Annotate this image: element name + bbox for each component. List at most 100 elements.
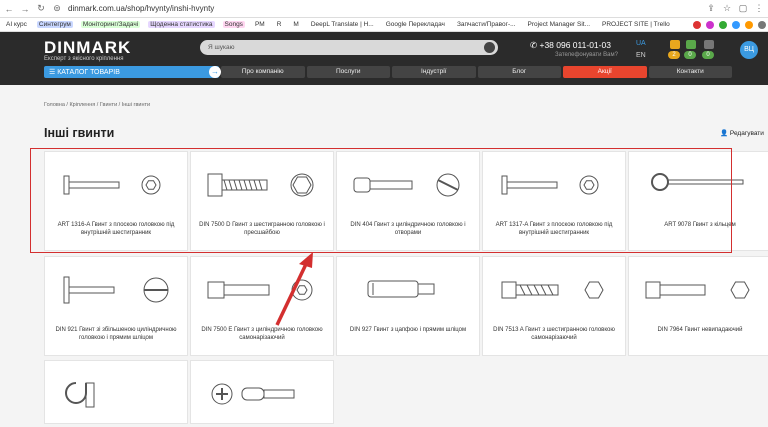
bookmark-item[interactable]: AI курс xyxy=(2,21,31,28)
bookmark-item[interactable]: Запчасти/Правог-... xyxy=(453,21,520,28)
bookmark-label: Project Manager Sit... xyxy=(527,21,591,28)
bookmark-item[interactable]: DeepL Translate | H... xyxy=(307,21,378,28)
site-header: DINMARK Експерт з якісного кріплення Я ш… xyxy=(0,32,768,85)
product-card[interactable]: DIN 921 Гвинт зі збільшеною циліндричною… xyxy=(44,256,188,356)
bookmark-item[interactable]: Project Manager Sit... xyxy=(524,21,595,28)
crown-icon[interactable] xyxy=(670,40,680,49)
product-title[interactable]: DIN 7513 A Гвинт з шестигранною головкою… xyxy=(483,323,625,345)
product-image[interactable] xyxy=(191,361,333,427)
menu-icon[interactable]: ⋮ xyxy=(754,3,764,14)
product-card[interactable]: DIN 404 Гвинт з циліндричною головкою і … xyxy=(336,151,480,251)
bookmark-label: Щоденна статистика xyxy=(148,21,215,28)
bookmark-item[interactable]: PROJECT SITE | Trello xyxy=(598,21,674,28)
extension-icon[interactable] xyxy=(732,20,740,29)
catalog-button[interactable]: ☰ КАТАЛОГ ТОВАРІВ → xyxy=(44,66,221,78)
nav-about[interactable]: Про компанію xyxy=(221,66,305,78)
main-nav: ☰ КАТАЛОГ ТОВАРІВ → Про компанію Послуги… xyxy=(44,66,732,78)
bookmark-label: Синтегрум xyxy=(36,21,73,28)
extension-icon[interactable] xyxy=(719,20,727,29)
product-image[interactable] xyxy=(191,152,333,218)
bookmark-label: PM xyxy=(254,21,265,28)
lang-ua[interactable]: UA xyxy=(636,40,646,47)
arrow-right-icon: → xyxy=(209,66,221,78)
product-card[interactable]: DIN 7513 A Гвинт з шестигранною головкою… xyxy=(482,256,626,356)
product-title[interactable]: DIN 404 Гвинт з циліндричною головкою і … xyxy=(337,218,479,240)
bookmark-item[interactable]: Songs xyxy=(221,21,247,28)
hook-screw-icon xyxy=(65,382,95,408)
product-title[interactable]: DIN 7964 Гвинт невипадаючий xyxy=(629,323,768,337)
site-info-icon[interactable]: ⊜ xyxy=(52,3,62,14)
menu-icon: ☰ xyxy=(49,69,58,76)
product-card[interactable]: ART 1316-A Гвинт з плоскою головкою під … xyxy=(44,151,188,251)
product-image[interactable] xyxy=(483,257,625,323)
bookmark-item[interactable]: R xyxy=(273,21,286,28)
bookmark-item[interactable]: Щоденна статистика xyxy=(146,21,216,28)
share-icon[interactable]: ⇪ xyxy=(706,3,716,14)
product-card[interactable]: ART 1317-A Гвинт з плоскою головкою під … xyxy=(482,151,626,251)
product-title[interactable]: DIN 921 Гвинт зі збільшеною циліндричною… xyxy=(45,323,187,345)
extension-icon[interactable] xyxy=(693,20,701,29)
annotation-arrow xyxy=(275,252,313,326)
browser-toolbar: ← → ↻ ⊜ dinmark.com.ua/shop/hvynty/inshi… xyxy=(0,0,768,18)
bookmark-item[interactable]: M xyxy=(289,21,302,28)
logo[interactable]: DINMARK xyxy=(44,38,131,58)
forward-icon[interactable]: → xyxy=(20,4,30,14)
reload-icon[interactable]: ↻ xyxy=(36,3,46,14)
bookmark-label: PROJECT SITE | Trello xyxy=(602,21,670,28)
avatar[interactable]: ВЦ xyxy=(740,41,758,59)
product-image[interactable] xyxy=(337,152,479,218)
product-image[interactable] xyxy=(337,257,479,323)
back-icon[interactable]: ← xyxy=(4,4,14,14)
product-image[interactable] xyxy=(45,152,187,218)
bookmark-label: AI курс xyxy=(6,21,27,28)
search-input[interactable]: Я шукаю xyxy=(200,40,498,55)
search-icon[interactable] xyxy=(484,42,495,53)
extension-icon[interactable] xyxy=(745,20,753,29)
phone-number[interactable]: ✆ +38 096 011-01-03 xyxy=(530,40,611,51)
lang-en[interactable]: EN xyxy=(636,52,646,59)
product-card[interactable]: DIN 927 Гвинт з цапфою і прямим шліцом xyxy=(336,256,480,356)
product-card[interactable] xyxy=(44,360,188,424)
nav-services[interactable]: Послуги xyxy=(306,66,390,78)
bookmark-item[interactable]: PM xyxy=(251,21,269,28)
nav-blog[interactable]: Блог xyxy=(477,66,561,78)
product-image[interactable] xyxy=(629,152,768,218)
bookmark-item[interactable]: Google Перекладач xyxy=(382,21,449,28)
nav-contacts[interactable]: Контакти xyxy=(648,66,732,78)
callback-link[interactable]: Зателефонувати Вам? xyxy=(555,52,618,58)
product-title[interactable]: ART 1317-A Гвинт з плоскою головкою під … xyxy=(483,218,625,240)
product-title[interactable]: DIN 927 Гвинт з цапфою і прямим шліцом xyxy=(337,323,479,337)
edit-link[interactable]: 👤 Редагувати xyxy=(720,129,764,137)
breadcrumb[interactable]: Головна / Кріплення / Гвинти / Інші гвин… xyxy=(44,102,150,108)
product-card[interactable] xyxy=(190,360,334,424)
bookmark-item[interactable]: Синтегрум xyxy=(35,21,75,28)
product-card[interactable]: DIN 7964 Гвинт невипадаючий xyxy=(628,256,768,356)
ext-icon[interactable]: ▢ xyxy=(738,3,748,14)
bookmark-item[interactable]: Моніторинг/Задачі xyxy=(79,21,142,28)
bookmark-label: Запчасти/Правог-... xyxy=(456,21,516,28)
flat-head-hex-socket-screw-icon xyxy=(63,175,161,195)
nav-promo[interactable]: Акції xyxy=(563,66,647,78)
product-image[interactable] xyxy=(483,152,625,218)
product-image[interactable] xyxy=(629,257,768,323)
bookmark-star-icon[interactable]: ☆ xyxy=(722,3,732,14)
extension-icon[interactable] xyxy=(758,20,766,29)
hex-thread-cutting-screw-icon xyxy=(501,281,604,299)
product-title[interactable]: ART 9078 Гвинт з кільцем xyxy=(629,218,768,232)
user-edit-icon: 👤 xyxy=(720,130,730,137)
extension-icon[interactable] xyxy=(706,20,714,29)
bookmark-label: Google Перекладач xyxy=(385,21,445,28)
product-title[interactable]: DIN 7500 D Гвинт з шестигранною головкою… xyxy=(191,218,333,240)
product-image[interactable] xyxy=(45,257,187,323)
product-title[interactable]: ART 1316-A Гвинт з плоскою головкою під … xyxy=(45,218,187,240)
product-image[interactable] xyxy=(45,361,187,427)
product-card[interactable]: ART 9078 Гвинт з кільцем xyxy=(628,151,768,251)
favorites-icon[interactable] xyxy=(686,40,696,49)
badge-favorites: 2 xyxy=(668,51,680,59)
nav-industries[interactable]: Індустрії xyxy=(392,66,476,78)
product-card[interactable]: DIN 7500 D Гвинт з шестигранною головкою… xyxy=(190,151,334,251)
cart-icon[interactable] xyxy=(704,40,714,49)
bookmark-label: R xyxy=(276,21,282,28)
phone-text: +38 096 011-01-03 xyxy=(539,40,611,50)
address-bar[interactable]: dinmark.com.ua/shop/hvynty/inshi-hvynty xyxy=(68,4,700,13)
